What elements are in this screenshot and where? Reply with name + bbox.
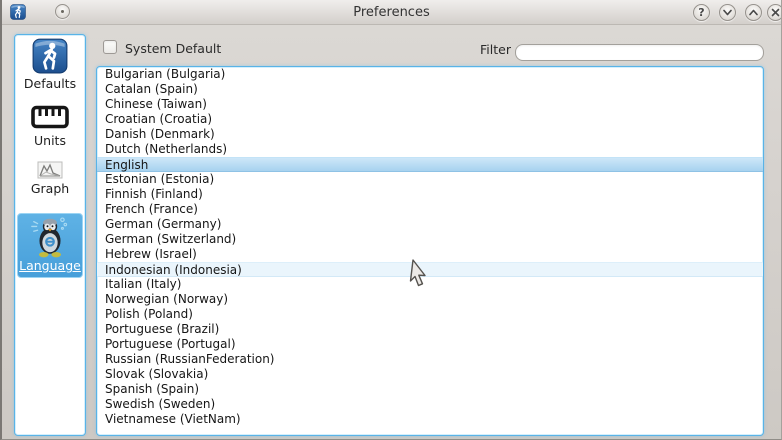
chevron-down-icon [722,7,733,18]
sidebar-label-language: Language [19,258,81,273]
close-button[interactable] [767,4,782,21]
sidebar-item-graph[interactable]: Graph [17,161,83,203]
close-icon [770,7,781,18]
titlebar: Preferences ? [2,0,781,25]
sidebar-label-defaults: Defaults [24,76,76,91]
sidebar-item-units[interactable]: Units [17,103,83,153]
list-item[interactable]: Portuguese (Brazil) [97,322,763,337]
system-default-label: System Default [125,41,221,56]
preferences-window: Preferences ? [0,0,782,440]
filter-input[interactable] [515,44,764,61]
list-item[interactable]: Estonian (Estonia) [97,172,763,187]
list-item[interactable]: Swedish (Sweden) [97,397,763,412]
list-item[interactable]: Spanish (Spain) [97,382,763,397]
list-item[interactable]: Indonesian (Indonesia) [97,262,763,277]
list-item[interactable]: German (Switzerland) [97,232,763,247]
category-sidebar: Defaults Units Graph [14,34,86,436]
sidebar-label-graph: Graph [31,181,69,196]
list-item[interactable]: English [97,157,763,172]
list-item[interactable]: Portuguese (Portugal) [97,337,763,352]
roll-down-button[interactable] [719,4,736,21]
sidebar-item-language[interactable]: Language [17,213,83,278]
filter-label: Filter [480,42,511,57]
list-item[interactable]: Bulgarian (Bulgaria) [97,67,763,82]
system-default-checkbox[interactable] [103,40,117,54]
list-item[interactable]: Vietnamese (VietNam) [97,412,763,427]
hiker-icon [32,38,68,74]
list-item[interactable]: Danish (Denmark) [97,127,763,142]
list-item[interactable]: French (France) [97,202,763,217]
chevron-up-icon [748,7,759,18]
sidebar-label-units: Units [34,133,66,148]
roll-up-button[interactable] [745,4,762,21]
list-item[interactable]: Finnish (Finland) [97,187,763,202]
window-title: Preferences [2,5,781,20]
list-item[interactable]: Italian (Italy) [97,277,763,292]
list-item[interactable]: Russian (RussianFederation) [97,352,763,367]
list-item[interactable]: Dutch (Netherlands) [97,142,763,157]
list-item[interactable]: Slovak (Slovakia) [97,367,763,382]
list-item[interactable]: Polish (Poland) [97,307,763,322]
list-item[interactable]: German (Germany) [97,217,763,232]
list-item[interactable]: Norwegian (Norway) [97,292,763,307]
list-item[interactable]: Croatian (Croatia) [97,112,763,127]
tux-penguin-icon [29,214,71,258]
sidebar-item-defaults[interactable]: Defaults [17,38,83,94]
help-button[interactable]: ? [693,4,710,21]
graph-icon [37,161,63,179]
list-item[interactable]: Catalan (Spain) [97,82,763,97]
list-item[interactable]: Chinese (Taiwan) [97,97,763,112]
list-item[interactable]: Hebrew (Israel) [97,247,763,262]
question-icon: ? [698,6,704,19]
language-list[interactable]: Bulgarian (Bulgaria)Catalan (Spain)Chine… [96,66,764,436]
ruler-icon [30,103,70,131]
